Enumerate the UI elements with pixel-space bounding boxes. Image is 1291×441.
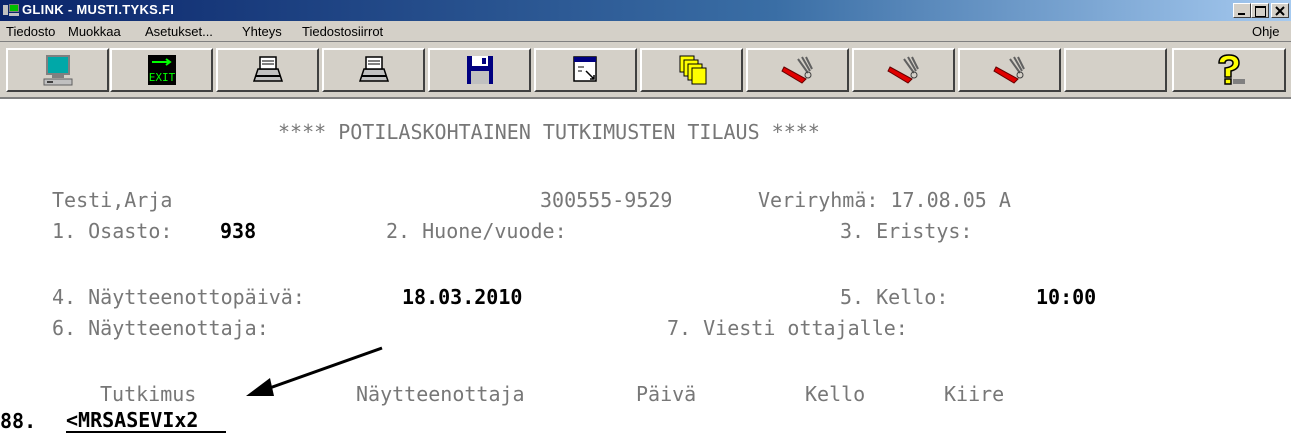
menu-yhteys[interactable]: Yhteys [242,24,282,39]
menu-tiedosto[interactable]: Tiedosto [6,24,55,39]
column-naytteenottaja: Näytteenottaja [356,382,525,406]
blood-group: Veriryhmä: 17.08.05 A [758,188,1011,212]
exit-icon: EXIT [147,55,176,85]
menu-ohje[interactable]: Ohje [1252,24,1279,39]
row-number: 88. [0,409,37,433]
toolbar-copy-button[interactable] [640,48,743,92]
printer-icon [358,56,389,82]
menu-tiedostosiirrot[interactable]: Tiedostosiirrot [302,24,383,39]
kello-value[interactable]: 10:00 [1036,285,1096,309]
menu-bar: Tiedosto Muokkaa Asetukset... Yhteys Tie… [0,21,1291,42]
toolbar-tool-button-3[interactable] [958,48,1061,92]
menu-muokkaa[interactable]: Muokkaa [68,24,121,39]
huone-label: 2. Huone/vuode: [386,219,567,243]
toolbar: EXIT [0,42,1291,99]
swiss-knife-icon [886,56,919,84]
nayttpaiva-label: 4. Näytteenottopäivä: [52,285,305,309]
maximize-button[interactable] [1251,3,1269,18]
toolbar-exit-button[interactable]: EXIT [110,48,213,92]
toolbar-window-button[interactable] [534,48,637,92]
close-icon [1275,6,1285,16]
naytteenottaja-label: 6. Näytteenottaja: [52,316,269,340]
osasto-value[interactable]: 938 [220,219,256,243]
printer-icon [252,56,283,82]
toolbar-print-button[interactable] [216,48,319,92]
terminal-screen[interactable]: **** POTILASKOHTAINEN TUTKIMUSTEN TILAUS… [0,99,1291,441]
column-kiire: Kiire [944,382,1005,406]
app-icon[interactable] [3,3,19,17]
menu-asetukset[interactable]: Asetukset... [145,24,213,39]
patient-id: 300555-9529 [540,188,673,212]
window-title: GLINK - MUSTI.TYKS.FI [22,2,175,17]
screen-header: **** POTILASKOHTAINEN TUTKIMUSTEN TILAUS… [278,120,820,144]
stacked-pages-icon [679,55,706,85]
column-paiva: Päivä [636,382,697,406]
floppy-disk-icon [466,56,493,84]
tutkimus-input[interactable]: <MRSASEVIx2 [66,409,226,433]
eristys-label: 3. Eristys: [840,219,973,243]
computer-icon [43,55,72,86]
patient-name: Testi,Arja [52,188,173,212]
column-kello: Kello [805,382,866,406]
maximize-icon [1255,6,1266,17]
nayttpaiva-value[interactable]: 18.03.2010 [402,285,522,309]
toolbar-spacer-button[interactable] [1064,48,1167,92]
column-tutkimus: Tutkimus [100,382,197,406]
osasto-label: 1. Osasto: [52,219,173,243]
toolbar-tool-button-1[interactable] [746,48,849,92]
swiss-knife-icon [992,56,1025,84]
toolbar-tool-button-2[interactable] [852,48,955,92]
toolbar-save-button[interactable] [428,48,531,92]
swiss-knife-icon [780,56,813,84]
exit-label: EXIT [148,71,175,84]
title-bar: GLINK - MUSTI.TYKS.FI [0,0,1291,21]
toolbar-help-button[interactable] [1172,48,1286,92]
toolbar-print-screen-button[interactable] [322,48,425,92]
close-button[interactable] [1271,3,1289,18]
minimize-button[interactable] [1233,3,1251,18]
kello-label: 5. Kello: [840,285,949,309]
help-icon [1218,54,1245,85]
viesti-label: 7. Viesti ottajalle: [667,316,908,340]
toolbar-connect-button[interactable] [6,48,109,92]
minimize-icon [1238,13,1245,15]
window-icon [572,56,597,82]
